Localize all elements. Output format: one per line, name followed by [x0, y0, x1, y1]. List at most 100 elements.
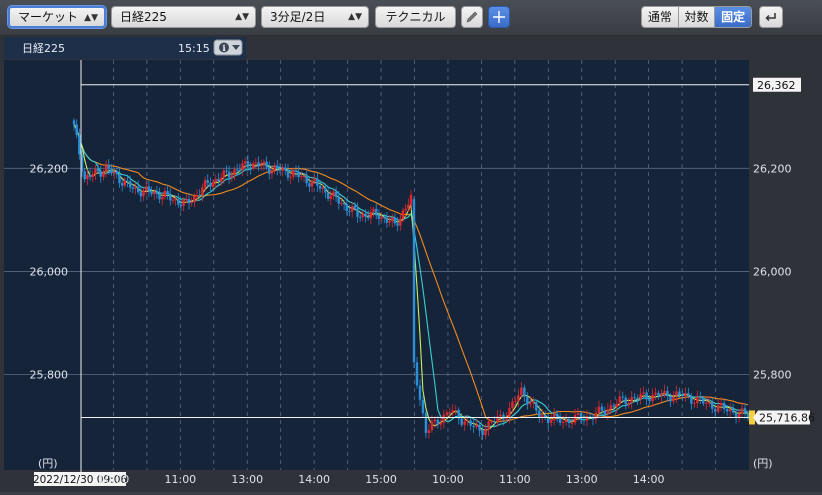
candle-body	[179, 204, 183, 206]
y-tick-label-right: 26,200	[753, 162, 792, 175]
candle-body	[278, 169, 282, 171]
candle-body	[399, 218, 402, 226]
candle-body	[214, 179, 217, 183]
candle-body	[385, 217, 389, 223]
candle-body	[409, 194, 413, 205]
y-tick-label-left: 26,000	[30, 265, 69, 278]
candle-body	[651, 394, 654, 402]
candle-body	[693, 403, 696, 405]
candle-body	[294, 170, 298, 172]
market-select-label: マーケット	[18, 10, 79, 24]
candle-body	[353, 206, 357, 209]
candle-body	[131, 187, 135, 189]
candle-body	[393, 217, 397, 224]
candle-body	[254, 162, 258, 164]
candle-body	[609, 405, 613, 410]
candle-body	[463, 421, 466, 425]
candle-body	[260, 164, 263, 167]
candle-body	[102, 172, 105, 177]
candle-body	[364, 213, 367, 217]
period-select[interactable]: 3分足/2日 ▲▼	[261, 6, 369, 28]
candle-body	[490, 421, 493, 423]
candle-body	[334, 191, 338, 198]
candle-body	[369, 211, 373, 219]
candle-body	[268, 167, 271, 174]
candle-body	[134, 186, 137, 189]
candle-body	[549, 420, 553, 423]
candle-body	[230, 175, 234, 178]
candle-body	[731, 409, 735, 413]
x-tick-label: 14:00	[298, 473, 330, 486]
candle-body	[639, 393, 642, 400]
candle-body	[454, 409, 457, 411]
candle-body	[262, 161, 266, 165]
x-tick-label: 11:00	[499, 473, 531, 486]
scale-mode-group: 通常 対数 固定	[641, 6, 752, 28]
candle-body	[380, 216, 383, 219]
candle-body	[391, 217, 394, 222]
select-arrows-icon: ▲▼	[84, 13, 98, 23]
candle-body	[163, 190, 167, 198]
candle-body	[642, 392, 645, 394]
candle-body	[567, 419, 571, 424]
candle-body	[115, 171, 118, 175]
candle-body	[166, 190, 169, 194]
candle-body	[407, 204, 410, 209]
candle-body	[523, 387, 526, 397]
candle-body	[238, 169, 242, 171]
candle-body	[433, 419, 437, 422]
candle-body	[603, 410, 607, 415]
y-tick-label-left: 26,200	[30, 162, 69, 175]
candle-body	[233, 169, 236, 176]
candle-body	[313, 178, 316, 181]
candle-body	[728, 409, 732, 412]
candle-body	[358, 216, 362, 218]
chart-header-time: 15:15	[178, 42, 210, 55]
candle-body	[499, 414, 502, 417]
market-select[interactable]: マーケット ▲▼	[8, 6, 106, 28]
candle-body	[517, 395, 520, 402]
candle-body	[526, 396, 529, 405]
candle-body	[716, 405, 720, 412]
candle-body	[740, 408, 744, 414]
candle-body	[217, 179, 220, 182]
select-arrows-icon: ▲▼	[235, 12, 249, 22]
candle-body	[136, 186, 140, 193]
candle-body	[579, 413, 583, 420]
candlestick-chart[interactable]: 日経225 15:15 i 26,36225,716.862022/12/30 …	[0, 36, 822, 492]
candle-body	[606, 409, 610, 415]
candle-body	[734, 412, 738, 418]
technical-button[interactable]: テクニカル	[375, 6, 456, 28]
candle-body	[696, 396, 699, 404]
mode-normal-button[interactable]: 通常	[642, 7, 679, 27]
chart-panel[interactable]: 日経225 15:15 i 26,362 25,716.86 2022/12/30 …	[0, 36, 822, 492]
candle-body	[722, 402, 726, 409]
pencil-button[interactable]	[461, 6, 483, 28]
candle-body	[699, 396, 702, 399]
candle-body	[612, 405, 616, 408]
candle-body	[418, 385, 422, 400]
candle-body	[367, 216, 370, 219]
undo-button[interactable]	[759, 6, 783, 28]
candle-body	[284, 167, 287, 171]
high-price-marker-label: 26,362	[757, 79, 796, 92]
mode-fixed-button[interactable]: 固定	[715, 7, 751, 27]
candle-body	[570, 422, 574, 424]
candle-body	[110, 169, 113, 174]
candle-body	[487, 421, 490, 430]
candle-body	[493, 421, 496, 423]
candle-body	[705, 402, 708, 404]
candle-body	[249, 167, 252, 169]
candle-body	[177, 199, 180, 205]
candle-body	[388, 221, 391, 223]
candle-body	[708, 402, 711, 404]
mode-log-button[interactable]: 対数	[678, 7, 716, 27]
candle-body	[72, 120, 76, 125]
candle-body	[289, 176, 292, 178]
candle-body	[442, 414, 446, 423]
crosshair-button[interactable]	[488, 6, 510, 28]
index-select[interactable]: 日経225 ▲▼	[111, 6, 256, 28]
candle-body	[324, 187, 327, 193]
candle-body	[142, 190, 145, 197]
candle-body	[743, 408, 747, 413]
